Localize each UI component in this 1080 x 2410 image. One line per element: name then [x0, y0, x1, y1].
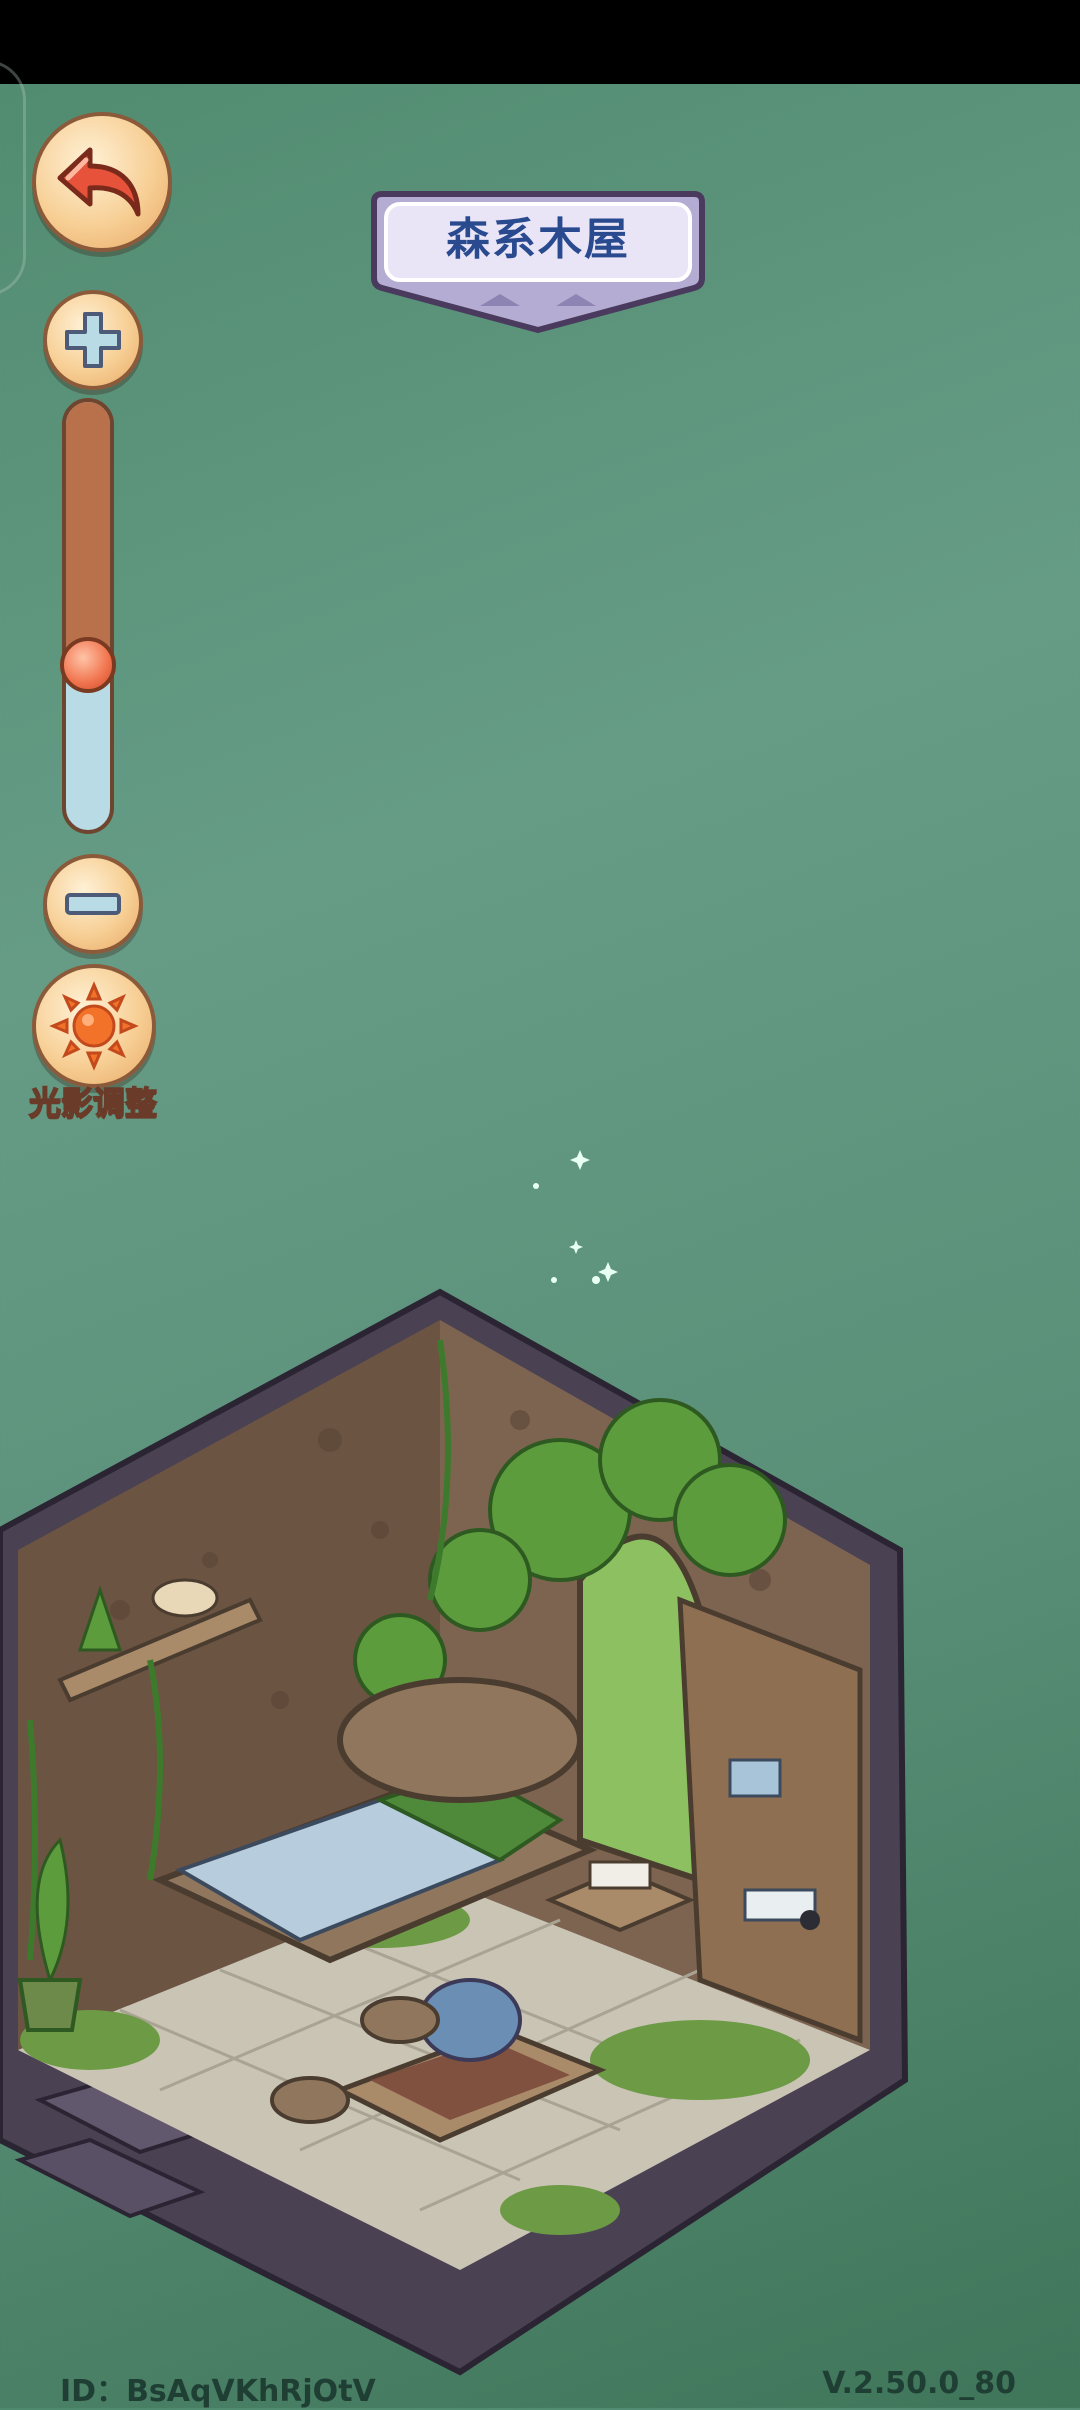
- zoom-out-button[interactable]: [43, 854, 143, 954]
- light-adjust-label: 光影调整: [28, 1083, 158, 1123]
- room-title: 森系木屋: [446, 214, 630, 265]
- light-adjust-button[interactable]: [32, 964, 156, 1088]
- room-scene[interactable]: [0, 1280, 920, 2380]
- forest-window: [577, 1533, 703, 1885]
- zoom-in-button[interactable]: [43, 290, 143, 390]
- bookshelf: [677, 1596, 863, 2044]
- version-label: V.2.50.0_80: [822, 2366, 1016, 2401]
- back-button[interactable]: [32, 112, 172, 252]
- sun-icon: [49, 981, 139, 1071]
- zoom-slider[interactable]: [60, 398, 116, 834]
- plus-icon: [65, 312, 121, 368]
- zoom-slider-track[interactable]: [62, 398, 114, 834]
- sparkle-particles: [533, 1150, 618, 1284]
- room-title-banner: 森系木屋: [370, 188, 706, 338]
- side-panel-edge[interactable]: [0, 60, 26, 296]
- player-id: ID：BsAqVKhRjOtV: [60, 2374, 376, 2409]
- status-bar: [0, 0, 1080, 84]
- zoom-slider-thumb[interactable]: [60, 637, 116, 694]
- minus-icon: [65, 893, 121, 915]
- zoom-slider-fill: [66, 402, 110, 670]
- back-arrow-icon: [57, 147, 141, 217]
